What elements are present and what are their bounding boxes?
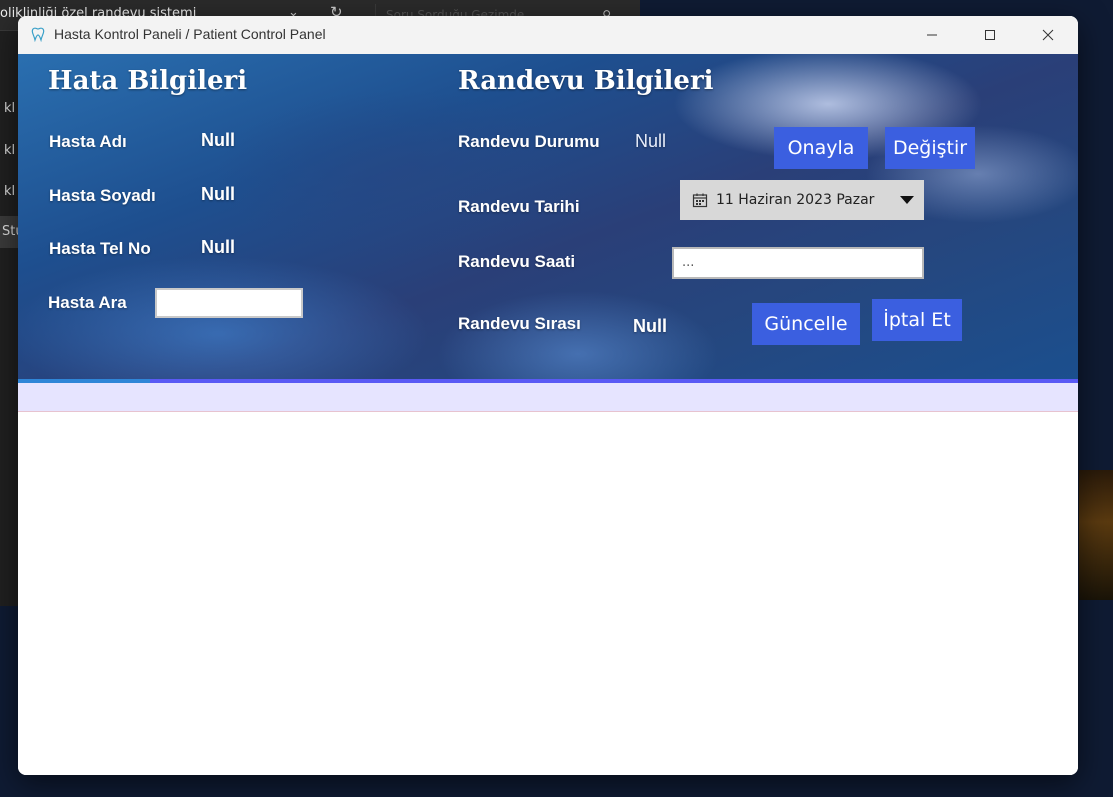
patient-surname-label: Hasta Soyadı xyxy=(49,186,156,205)
patient-phone-value: Null xyxy=(201,237,235,257)
appointment-order-value: Null xyxy=(633,316,667,336)
maximize-button[interactable] xyxy=(961,16,1019,54)
minimize-button[interactable] xyxy=(903,16,961,54)
background-list-item[interactable]: kl xyxy=(4,184,15,199)
title-bar: Hasta Kontrol Paneli / Patient Control P… xyxy=(18,16,1078,54)
appointment-order-label: Randevu Sırası xyxy=(458,314,581,333)
patient-surname-value: Null xyxy=(201,184,235,204)
background-window-edge xyxy=(1079,470,1113,600)
update-button[interactable]: Güncelle xyxy=(752,303,860,345)
appointment-status-value: Null xyxy=(635,131,667,151)
close-icon xyxy=(1042,29,1054,41)
patient-section-title: Hata Bilgileri xyxy=(48,66,248,96)
appointment-time-label: Randevu Saati xyxy=(458,252,576,271)
patient-search-label: Hasta Ara xyxy=(48,293,127,312)
window-title: Hasta Kontrol Paneli / Patient Control P… xyxy=(54,26,326,42)
appointment-date-label: Randevu Tarihi xyxy=(458,197,580,216)
patient-control-window: Hasta Kontrol Paneli / Patient Control P… xyxy=(18,16,1078,775)
cancel-appointment-button[interactable]: İptal Et xyxy=(872,299,962,341)
background-list-item-selected[interactable]: Stu xyxy=(0,216,24,248)
change-button[interactable]: Değiştir xyxy=(885,127,975,169)
background-list-item[interactable]: kl xyxy=(4,143,15,158)
appointment-status-label: Randevu Durumu xyxy=(458,132,600,151)
minimize-icon xyxy=(927,34,937,36)
background-list-item[interactable]: kl xyxy=(4,101,15,116)
data-grid-body[interactable] xyxy=(18,412,1078,775)
appointment-section-title: Randevu Bilgileri xyxy=(458,66,714,96)
data-grid-header[interactable] xyxy=(18,383,1078,412)
approve-button[interactable]: Onayla xyxy=(774,127,868,169)
patient-phone-label: Hasta Tel No xyxy=(49,239,151,258)
appointment-date-value: 11 Haziran 2023 Pazar xyxy=(716,192,875,208)
patient-name-label: Hasta Adı xyxy=(49,132,127,151)
patient-search-input[interactable] xyxy=(155,288,303,318)
patient-name-value: Null xyxy=(201,130,235,150)
caret-down-icon[interactable] xyxy=(900,196,914,204)
header-panel: Hata Bilgileri Hasta Adı Null Hasta Soya… xyxy=(18,54,1078,379)
close-button[interactable] xyxy=(1019,16,1077,54)
appointment-date-picker[interactable]: 11 Haziran 2023 Pazar xyxy=(680,180,924,220)
tooth-icon xyxy=(31,27,45,42)
appointment-time-input[interactable]: ... xyxy=(672,247,924,279)
calendar-icon xyxy=(692,193,708,208)
maximize-icon xyxy=(985,30,995,40)
